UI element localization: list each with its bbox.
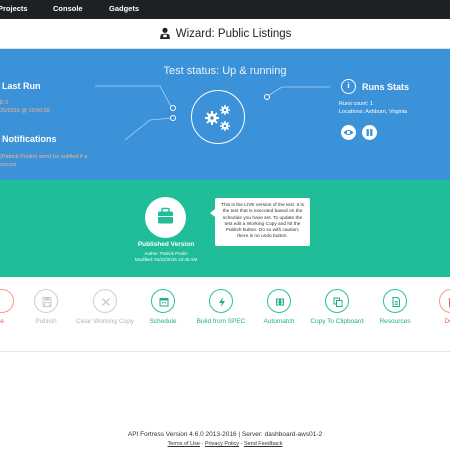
runs-stats-heading: Runs Stats xyxy=(362,82,410,92)
page-title-wrap: Wizard: Public Listings xyxy=(0,27,450,40)
published-author: Author: Patrick Poulin xyxy=(144,251,188,256)
gears-circle xyxy=(191,90,245,144)
notifications-heading: Notifications xyxy=(2,134,57,144)
automatch-button[interactable]: Automatch xyxy=(249,289,309,326)
delete-icon xyxy=(0,289,14,313)
copy-to-clipboard-button[interactable]: Copy To Clipboard xyxy=(307,289,367,326)
build-from-spec-label: Build from SPEC xyxy=(196,318,246,325)
trash-icon xyxy=(448,298,450,307)
published-modified: Modified: 03/22/2016 10:40 AM xyxy=(134,257,198,262)
automatch-label: Automatch xyxy=(263,318,295,325)
pause-button[interactable] xyxy=(362,125,377,140)
clear-working-copy-label: Clear Working Copy xyxy=(75,318,135,325)
publish-icon xyxy=(42,297,52,307)
copy-to-clipboard-label: Copy To Clipboard xyxy=(310,318,364,325)
clear-icon xyxy=(102,298,110,306)
clear-working-copy-button[interactable]: Clear Working Copy xyxy=(75,289,135,326)
top-nav: Projects Console Gadgets xyxy=(0,0,450,19)
build-from-spec-button[interactable]: Build from SPEC xyxy=(191,289,251,326)
briefcase-icon xyxy=(158,207,173,224)
pause-icon xyxy=(366,129,373,136)
eye-icon xyxy=(343,130,354,135)
page-title: Wizard: Public Listings xyxy=(175,28,292,40)
copy-icon xyxy=(333,297,343,307)
bolt-icon xyxy=(219,297,225,307)
published-tooltip: This is the LIVE version of the test. It… xyxy=(215,198,310,246)
notifications-line2: occurs xyxy=(0,162,17,168)
published-title: Published Version xyxy=(137,241,195,248)
privacy-link[interactable]: Privacy Policy xyxy=(205,441,239,447)
last-run-line1: E 0 xyxy=(0,100,9,106)
info-icon: i xyxy=(341,79,356,94)
publish-label: Publish xyxy=(35,318,57,325)
last-run-timestamp: 20/2016 @ 10:50:02 xyxy=(0,108,50,114)
delete-test-button[interactable]: Dele xyxy=(421,289,450,326)
schedule-label: Schedule xyxy=(149,318,177,325)
delete-label: Dele xyxy=(444,318,450,325)
action-toolbar: e Publish Clear Working Copy Schedule Bu… xyxy=(0,277,450,352)
wizard-icon xyxy=(159,27,170,39)
resources-button[interactable]: Resources xyxy=(365,289,425,326)
view-runs-button[interactable] xyxy=(341,125,356,140)
published-badge xyxy=(145,197,186,238)
nav-item-console[interactable]: Console xyxy=(53,4,83,13)
feedback-link[interactable]: Send Feedback xyxy=(244,441,283,447)
gears-icon xyxy=(205,105,230,131)
automatch-icon xyxy=(276,298,284,306)
resources-label: Resources xyxy=(379,318,411,325)
file-icon xyxy=(392,297,400,307)
terms-link[interactable]: Terms of Use xyxy=(168,441,200,447)
footer-links: Terms of Use - Privacy Policy - Send Fee… xyxy=(0,441,450,447)
status-panel: Test status: Up & running Last Run E 0 2… xyxy=(0,49,450,180)
publish-button[interactable]: Publish xyxy=(16,289,76,326)
runs-locations: Locations: Ashburn, Virginia xyxy=(339,109,408,115)
schedule-button[interactable]: Schedule xyxy=(133,289,193,326)
title-bar: Wizard: Public Listings xyxy=(0,19,450,49)
footer-version: API Fortress Version 4.6.0 2013-2016 | S… xyxy=(127,431,323,438)
notifications-line1: (Patrick Poulin) won't be notified if a xyxy=(0,154,88,160)
nav-item-projects[interactable]: Projects xyxy=(0,4,28,13)
calendar-icon xyxy=(159,298,169,307)
last-run-heading: Last Run xyxy=(2,81,41,91)
nav-item-gadgets[interactable]: Gadgets xyxy=(109,4,139,13)
published-panel: Published Version Author: Patrick Poulin… xyxy=(0,180,450,277)
runs-count: Runs count: 1 xyxy=(339,101,373,107)
